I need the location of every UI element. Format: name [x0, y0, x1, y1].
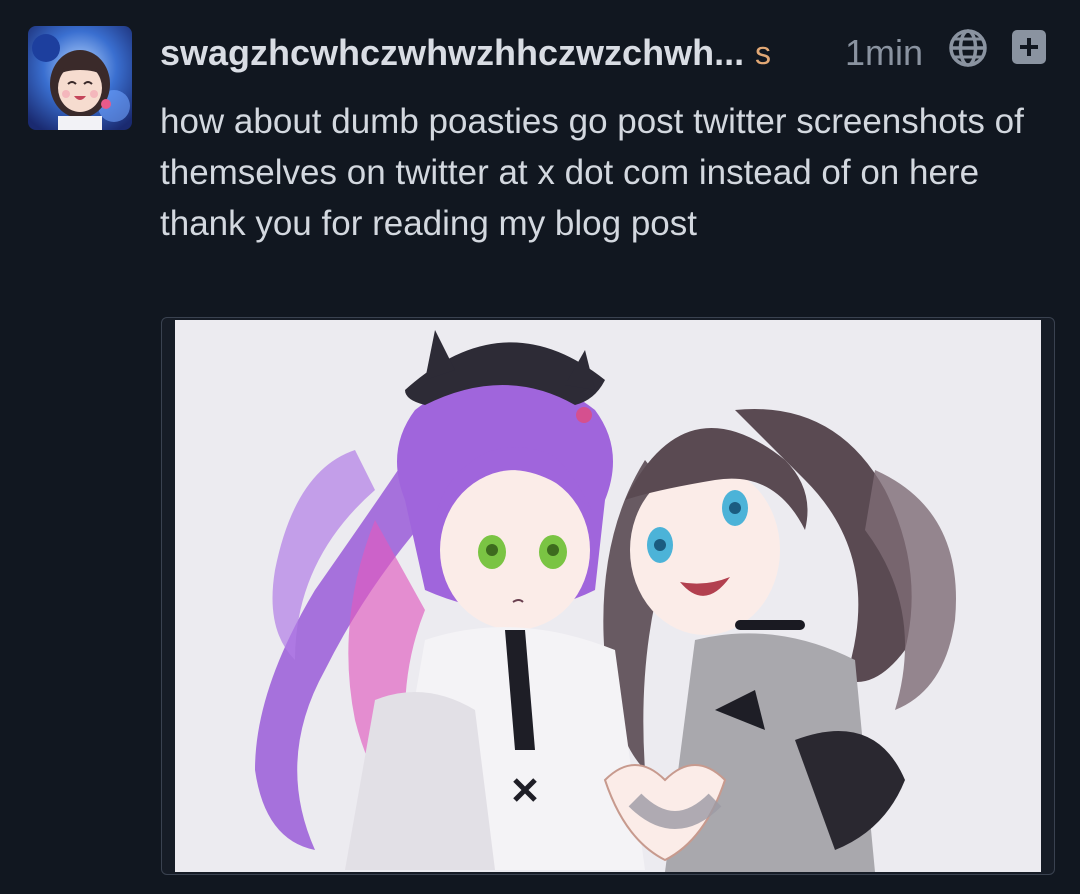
post-header: swagzhcwhczwhwzhhczwzchwh... s 1min	[160, 26, 1050, 74]
avatar[interactable]	[28, 26, 132, 130]
user-badge: s	[755, 35, 771, 71]
post: swagzhcwhczwhwzhhczwzchwh... s 1min how …	[0, 0, 1080, 894]
avatar-image	[28, 26, 132, 130]
post-time[interactable]: 1min	[845, 32, 923, 74]
add-button[interactable]	[1012, 30, 1046, 64]
globe-icon[interactable]	[948, 28, 988, 68]
illustration	[175, 320, 1041, 872]
plus-icon	[1020, 38, 1038, 56]
username-link[interactable]: swagzhcwhczwhwzhhczwzchwh...	[160, 32, 744, 74]
post-line: how about dumb poasties go post twitter …	[160, 102, 1024, 192]
post-image[interactable]	[161, 317, 1055, 875]
post-body: how about dumb poasties go post twitter …	[160, 96, 1060, 249]
post-line: thank you for reading my blog post	[160, 204, 697, 243]
